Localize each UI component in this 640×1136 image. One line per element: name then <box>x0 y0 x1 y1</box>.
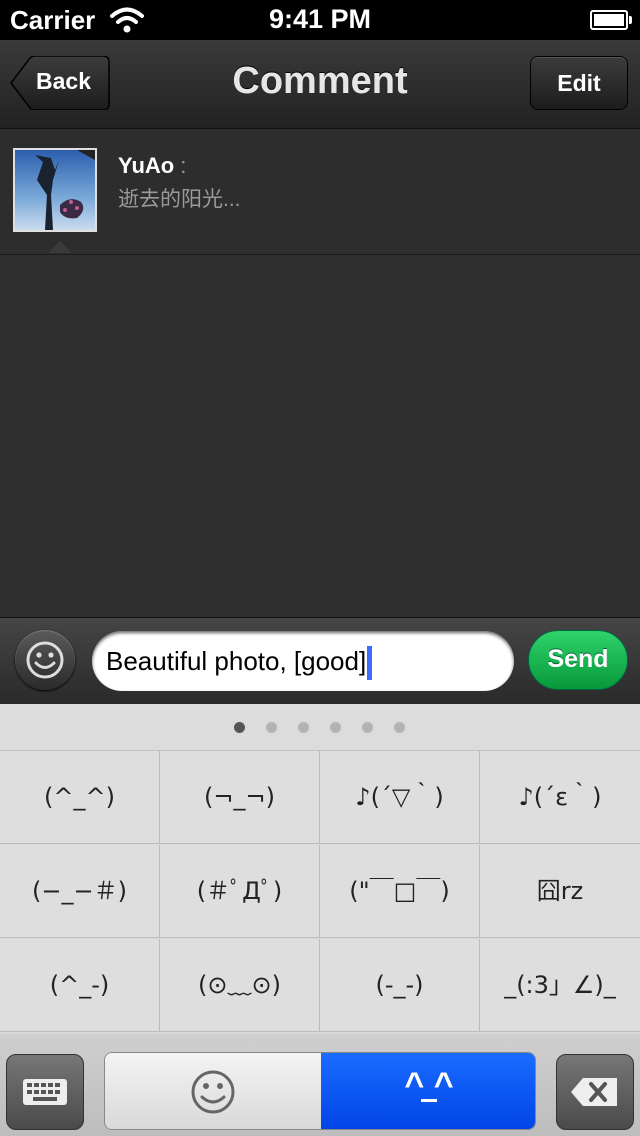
emoticon-cell[interactable]: _(:3」∠)_ <box>480 939 640 1032</box>
emoticon-cell[interactable]: (^_^) <box>0 751 160 844</box>
post-thumbnail[interactable] <box>13 148 97 232</box>
emoticon-type-switch: ^ ^ <box>104 1052 536 1130</box>
smiley-icon <box>26 641 64 679</box>
emoji-toggle-button[interactable] <box>15 630 75 690</box>
username-text: YuAo <box>118 153 175 178</box>
kaomoji-tab[interactable]: ^ ^ <box>321 1053 535 1129</box>
post-summary: YuAo: 逝去的阳光... <box>0 129 640 255</box>
emoticon-cell[interactable]: (¬_¬) <box>160 751 320 844</box>
emoticon-grid: (^_^) (¬_¬) ♪(´▽｀) ♪(´ε｀) (−_−＃) (＃ﾟДﾟ) … <box>0 751 640 1033</box>
tree-photo-image <box>15 150 95 230</box>
emoji-tab[interactable] <box>105 1053 321 1129</box>
emoticon-cell[interactable]: ♪(´ε｀) <box>480 751 640 844</box>
emoticon-cell[interactable]: 囧rz <box>480 845 640 938</box>
comment-input-bar: Beautiful photo, [good] Send <box>0 617 640 704</box>
status-bar: Carrier 9:41 PM <box>0 0 640 40</box>
emoticon-cell[interactable]: (＃ﾟДﾟ) <box>160 845 320 938</box>
page-dot <box>234 722 245 733</box>
page-dot <box>330 722 341 733</box>
battery-icon <box>590 10 632 30</box>
emoticon-cell[interactable]: ♪(´▽｀) <box>320 751 480 844</box>
emoticon-cell[interactable]: (^_-) <box>0 939 160 1032</box>
comment-text: Beautiful photo, [good] <box>106 646 367 676</box>
clock: 9:41 PM <box>268 4 372 34</box>
emoticon-panel: (^_^) (¬_¬) ♪(´▽｀) ♪(´ε｀) (−_−＃) (＃ﾟДﾟ) … <box>0 704 640 1136</box>
page-dot <box>394 722 405 733</box>
edit-button[interactable]: Edit <box>530 56 628 110</box>
navigation-bar: Back Comment Edit <box>0 40 640 129</box>
delete-button[interactable] <box>556 1054 634 1130</box>
smiley-tab-icon <box>191 1070 235 1114</box>
emoticon-toolbar: ^ ^ <box>0 1034 640 1136</box>
post-pointer <box>48 241 72 253</box>
keyboard-button[interactable] <box>6 1054 84 1130</box>
page-dot <box>362 722 373 733</box>
text-cursor <box>367 646 373 681</box>
page-dot <box>298 722 309 733</box>
emoticon-cell[interactable]: (-_-) <box>320 939 480 1032</box>
emoticon-cell[interactable]: ("￣□￣) <box>320 845 480 938</box>
backspace-icon <box>571 1078 617 1106</box>
send-button[interactable]: Send <box>528 630 628 690</box>
comment-text-field[interactable]: Beautiful photo, [good] <box>92 631 514 691</box>
post-caption: 逝去的阳光... <box>118 188 241 211</box>
username[interactable]: YuAo: <box>118 153 186 179</box>
username-colon: : <box>180 153 187 178</box>
page-dot <box>266 722 277 733</box>
emoticon-cell[interactable]: (⊙﹏⊙) <box>160 939 320 1032</box>
keyboard-icon <box>23 1079 67 1105</box>
emoticon-cell[interactable]: (−_−＃) <box>0 845 160 938</box>
kaomoji-tab-mouth <box>421 1099 437 1102</box>
page-indicator[interactable] <box>0 704 640 751</box>
